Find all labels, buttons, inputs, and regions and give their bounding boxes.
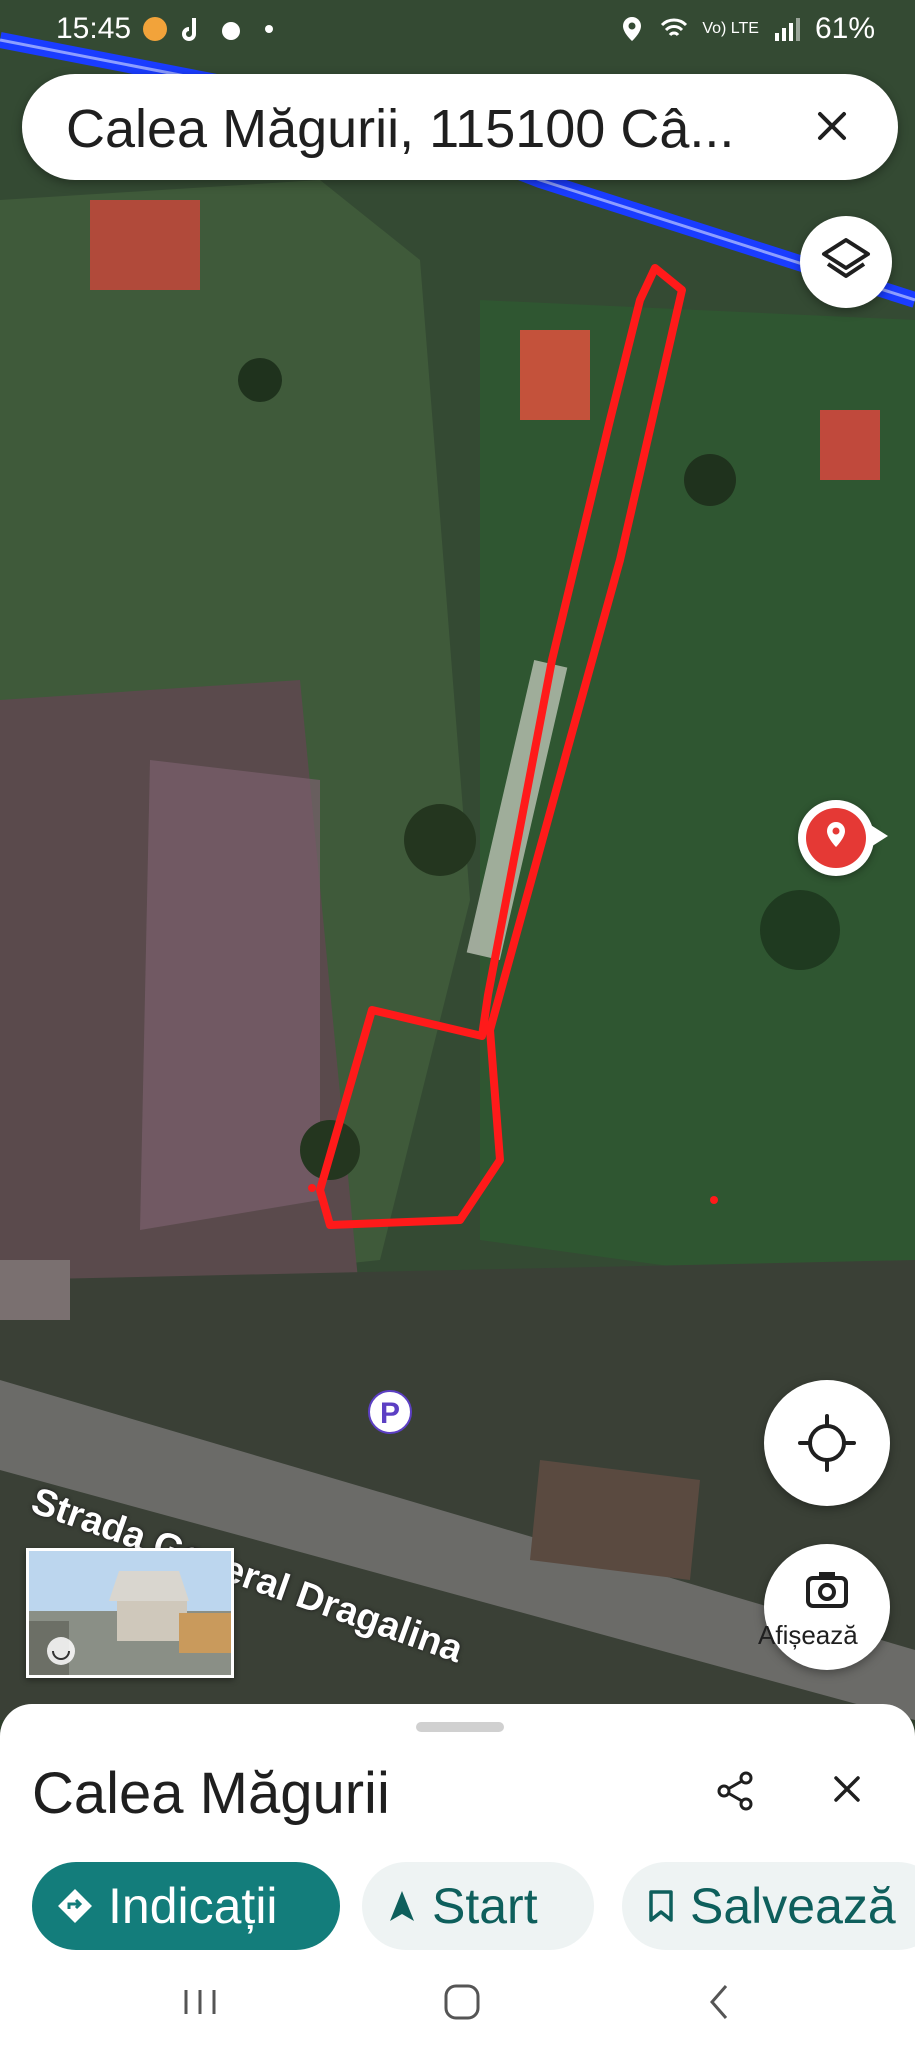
my-location-icon xyxy=(764,1414,890,1510)
directions-label: Indicații xyxy=(108,1878,278,1934)
streetview-button[interactable]: Afișează xyxy=(758,1544,890,1670)
more-notifications-icon xyxy=(255,15,283,43)
wifi-icon xyxy=(660,15,688,43)
back-icon[interactable] xyxy=(690,1978,750,2026)
volte-label: Vo) LTE xyxy=(702,20,759,37)
close-icon[interactable] xyxy=(804,98,860,154)
search-query[interactable]: Calea Măgurii, 115100 Câ... xyxy=(66,98,734,160)
directions-button[interactable]: Indicații xyxy=(32,1862,340,1950)
place-title: Calea Măgurii xyxy=(32,1761,390,1826)
save-button[interactable]: Salvează xyxy=(622,1862,915,1950)
start-button[interactable]: Start xyxy=(362,1862,594,1950)
app-notification-icon-2 xyxy=(217,15,245,43)
directions-icon xyxy=(32,1877,108,1935)
app-notification-icon xyxy=(141,15,169,43)
tiktok-icon xyxy=(179,15,207,43)
search-bar[interactable]: Calea Măgurii, 115100 Câ... xyxy=(22,74,898,180)
sheet-drag-handle[interactable] xyxy=(416,1722,504,1732)
status-time: 15:45 xyxy=(56,12,132,45)
layers-icon xyxy=(800,238,892,312)
system-navigation-bar xyxy=(0,1960,915,2048)
recent-apps-icon[interactable] xyxy=(170,1978,230,2026)
status-bar: 15:45 Vo) LTE 61% xyxy=(0,0,915,64)
navigation-arrow-icon xyxy=(362,1877,432,1935)
location-pin[interactable] xyxy=(798,800,888,876)
start-label: Start xyxy=(432,1878,538,1934)
my-location-button[interactable] xyxy=(764,1380,890,1506)
share-icon[interactable] xyxy=(710,1766,760,1816)
location-status-icon xyxy=(618,15,646,43)
location-pin-icon xyxy=(806,808,866,868)
layers-button[interactable] xyxy=(800,216,892,308)
bookmark-icon xyxy=(622,1877,690,1935)
street-view-thumbnail[interactable] xyxy=(26,1548,234,1678)
parking-marker[interactable]: P xyxy=(368,1390,412,1434)
streetview-label: Afișează xyxy=(758,1620,858,1650)
close-sheet-icon[interactable] xyxy=(822,1764,872,1814)
save-label: Salvează xyxy=(690,1878,896,1934)
home-icon[interactable] xyxy=(432,1978,492,2026)
battery-percent: 61% xyxy=(814,12,875,45)
signal-icon xyxy=(773,15,801,43)
